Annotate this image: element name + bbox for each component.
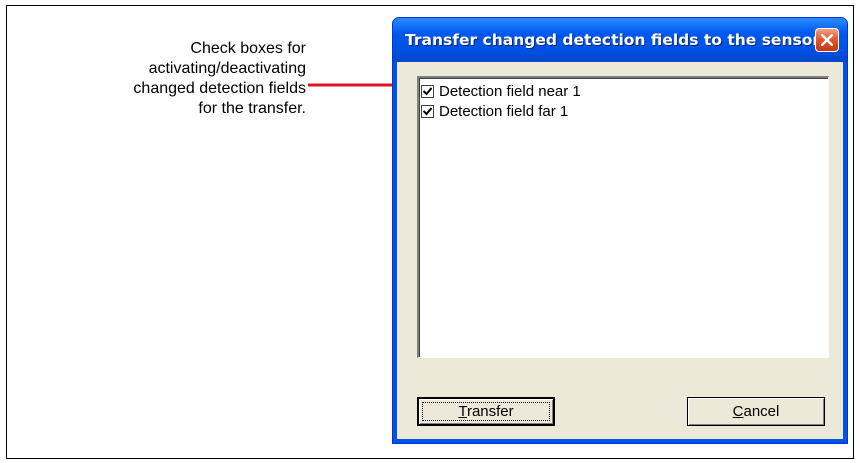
list-item-label: Detection field near 1: [439, 82, 581, 100]
close-icon: [821, 34, 833, 46]
focus-rectangle: [422, 402, 550, 421]
dialog-titlebar[interactable]: Transfer changed detection fields to the…: [393, 18, 847, 62]
callout-line: for the transfer.: [198, 100, 306, 117]
close-button[interactable]: [815, 28, 839, 52]
cancel-button-label: Cancel: [732, 403, 780, 420]
callout-line: activating/deactivating: [148, 60, 306, 77]
detection-field-list[interactable]: Detection field near 1 Detection field f…: [417, 76, 829, 358]
list-item-label: Detection field far 1: [439, 102, 569, 120]
callout-line: changed detection fields: [133, 80, 306, 97]
list-item[interactable]: Detection field near 1: [421, 81, 581, 101]
checkmark-icon: [423, 86, 432, 95]
callout-line: Check boxes for: [190, 40, 306, 57]
dialog-client: Detection field near 1 Detection field f…: [397, 62, 843, 439]
detection-field-near-checkbox[interactable]: [421, 84, 434, 98]
list-item[interactable]: Detection field far 1: [421, 101, 568, 121]
transfer-button[interactable]: Transfer: [417, 397, 555, 426]
callout-annotation: Check boxes for activating/deactivating …: [90, 39, 306, 119]
transfer-dialog: Transfer changed detection fields to the…: [392, 17, 848, 444]
checkmark-icon: [423, 106, 432, 115]
dialog-title: Transfer changed detection fields to the…: [405, 31, 820, 49]
cancel-button[interactable]: Cancel: [687, 397, 825, 426]
detection-field-far-checkbox[interactable]: [421, 104, 434, 118]
